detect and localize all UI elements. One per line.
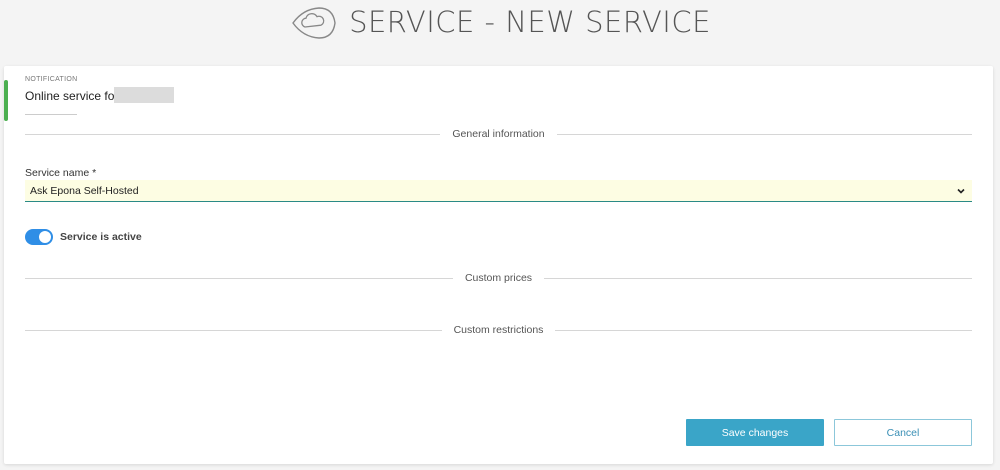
service-active-toggle[interactable]	[25, 229, 53, 245]
cancel-button[interactable]: Cancel	[834, 419, 972, 446]
section-custom-restrictions: Custom restrictions	[25, 322, 973, 338]
notification-accent-bar	[4, 80, 8, 121]
service-form-card: NOTIFICATION Online service for General …	[4, 66, 993, 464]
section-custom-prices: Custom prices	[25, 270, 973, 286]
section-title: General information	[452, 128, 545, 140]
save-changes-button[interactable]: Save changes	[686, 419, 824, 446]
cloud-leaf-icon	[292, 7, 336, 39]
toggle-knob	[39, 231, 51, 243]
divider-line	[25, 133, 441, 135]
divider-line	[544, 277, 973, 279]
page-title: SERVICE - NEW SERVICE	[349, 5, 711, 39]
section-title: Custom restrictions	[453, 324, 544, 336]
section-title: Custom prices	[464, 272, 533, 284]
notification-text: Online service for	[25, 89, 119, 103]
notification-label: NOTIFICATION	[25, 76, 78, 83]
page-header: SERVICE - NEW SERVICE	[0, 0, 1000, 48]
service-active-label: Service is active	[60, 231, 142, 243]
divider-line	[25, 277, 453, 279]
chevron-down-icon	[957, 188, 965, 194]
divider-line	[555, 329, 973, 331]
service-active-row: Service is active	[25, 229, 142, 245]
redacted-text	[114, 87, 174, 103]
notification-divider	[25, 114, 77, 115]
section-general-information: General information	[25, 126, 972, 142]
service-name-value: Ask Epona Self-Hosted	[30, 184, 139, 197]
service-name-select[interactable]: Ask Epona Self-Hosted	[25, 180, 972, 202]
service-name-label: Service name *	[25, 167, 97, 179]
divider-line	[25, 329, 442, 331]
divider-line	[556, 133, 972, 135]
